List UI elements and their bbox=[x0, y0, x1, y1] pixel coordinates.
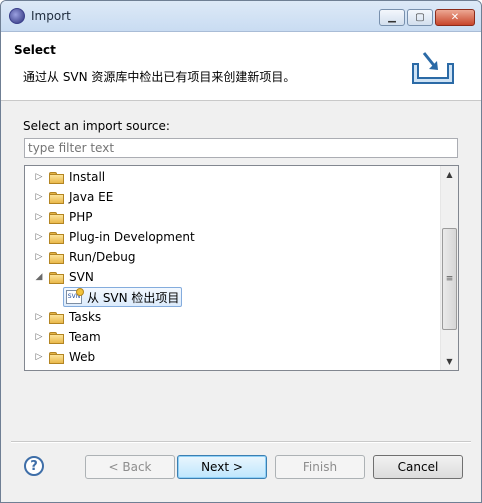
folder-open-icon bbox=[49, 271, 64, 284]
vertical-scrollbar[interactable]: ▲ ≡ ▼ bbox=[440, 166, 458, 370]
wizard-header: Select 通过从 SVN 资源库中检出已有项目来创建新项目。 bbox=[1, 32, 481, 101]
folder-icon bbox=[49, 211, 64, 224]
tree-item-svn-checkout[interactable]: SVN 从 SVN 检出项目 bbox=[63, 287, 183, 307]
window-title: Import bbox=[31, 9, 71, 23]
next-button[interactable]: Next > bbox=[177, 455, 267, 479]
tree-item-label: Install bbox=[69, 170, 106, 184]
button-bar-separator bbox=[11, 441, 471, 443]
finish-button[interactable]: Finish bbox=[275, 455, 365, 479]
import-dialog: Import ▁ ▢ ✕ Select 通过从 SVN 资源库中检出已有项目来创… bbox=[0, 0, 482, 503]
folder-icon bbox=[49, 351, 64, 364]
close-button[interactable]: ✕ bbox=[435, 9, 475, 26]
expand-arrow-icon[interactable]: ▷ bbox=[34, 192, 44, 202]
expand-arrow-icon[interactable]: ▷ bbox=[34, 172, 44, 182]
folder-icon bbox=[49, 171, 64, 184]
cancel-button[interactable]: Cancel bbox=[373, 455, 463, 479]
tree-item-tasks[interactable]: ▷ Tasks bbox=[25, 307, 102, 327]
expand-arrow-icon[interactable]: ▷ bbox=[34, 352, 44, 362]
folder-icon bbox=[49, 251, 64, 264]
tree-item-label: PHP bbox=[69, 210, 93, 224]
tree-item-run-debug[interactable]: ▷ Run/Debug bbox=[25, 247, 136, 267]
tree-item-label: Plug-in Development bbox=[69, 230, 195, 244]
wizard-content: Select an import source: ▷ Install ▷ Jav… bbox=[1, 101, 481, 441]
tree-item-java-ee[interactable]: ▷ Java EE bbox=[25, 187, 114, 207]
svn-checkout-icon: SVN bbox=[66, 288, 84, 304]
expand-arrow-icon[interactable]: ▷ bbox=[34, 312, 44, 322]
tree-item-label: 从 SVN 检出项目 bbox=[87, 290, 180, 305]
minimize-button[interactable]: ▁ bbox=[379, 9, 405, 26]
import-source-label: Select an import source: bbox=[23, 119, 170, 133]
filter-input[interactable] bbox=[24, 138, 458, 158]
page-title: Select bbox=[14, 43, 56, 57]
page-description: 通过从 SVN 资源库中检出已有项目来创建新项目。 bbox=[23, 70, 296, 84]
tree-item-svn[interactable]: ◢ SVN bbox=[25, 267, 94, 287]
eclipse-icon bbox=[9, 8, 25, 24]
folder-icon bbox=[49, 231, 64, 244]
folder-icon bbox=[49, 331, 64, 344]
tree-item-web[interactable]: ▷ Web bbox=[25, 347, 96, 367]
tree-item-label: SVN bbox=[69, 270, 94, 284]
collapse-arrow-icon[interactable]: ◢ bbox=[34, 272, 44, 282]
scroll-thumb[interactable]: ≡ bbox=[442, 228, 457, 330]
tree-item-team[interactable]: ▷ Team bbox=[25, 327, 101, 347]
expand-arrow-icon[interactable]: ▷ bbox=[34, 232, 44, 242]
tree-item-install[interactable]: ▷ Install bbox=[25, 167, 106, 187]
maximize-button[interactable]: ▢ bbox=[407, 9, 433, 26]
selected-item-highlight[interactable]: SVN 从 SVN 检出项目 bbox=[63, 287, 183, 307]
tree-item-label: Run/Debug bbox=[69, 250, 136, 264]
import-wizard-icon bbox=[412, 52, 454, 84]
title-bar[interactable]: Import ▁ ▢ ✕ bbox=[1, 1, 481, 32]
folder-icon bbox=[49, 311, 64, 324]
expand-arrow-icon[interactable]: ▷ bbox=[34, 252, 44, 262]
import-source-tree[interactable]: ▷ Install ▷ Java EE ▷ PHP ▷ Plug-in Deve… bbox=[24, 165, 459, 371]
tree-item-php[interactable]: ▷ PHP bbox=[25, 207, 93, 227]
tree-item-plugin-development[interactable]: ▷ Plug-in Development bbox=[25, 227, 195, 247]
scroll-down-icon[interactable]: ▼ bbox=[441, 353, 458, 370]
tree-item-label: Java EE bbox=[69, 190, 114, 204]
expand-arrow-icon[interactable]: ▷ bbox=[34, 332, 44, 342]
scroll-up-icon[interactable]: ▲ bbox=[441, 166, 458, 183]
help-icon[interactable]: ? bbox=[24, 456, 44, 476]
expand-arrow-icon[interactable]: ▷ bbox=[34, 212, 44, 222]
tree-item-label: Team bbox=[69, 330, 101, 344]
tree-item-label: Tasks bbox=[69, 310, 102, 324]
folder-icon bbox=[49, 191, 64, 204]
back-button[interactable]: < Back bbox=[85, 455, 175, 479]
tree-item-label: Web bbox=[69, 350, 96, 364]
